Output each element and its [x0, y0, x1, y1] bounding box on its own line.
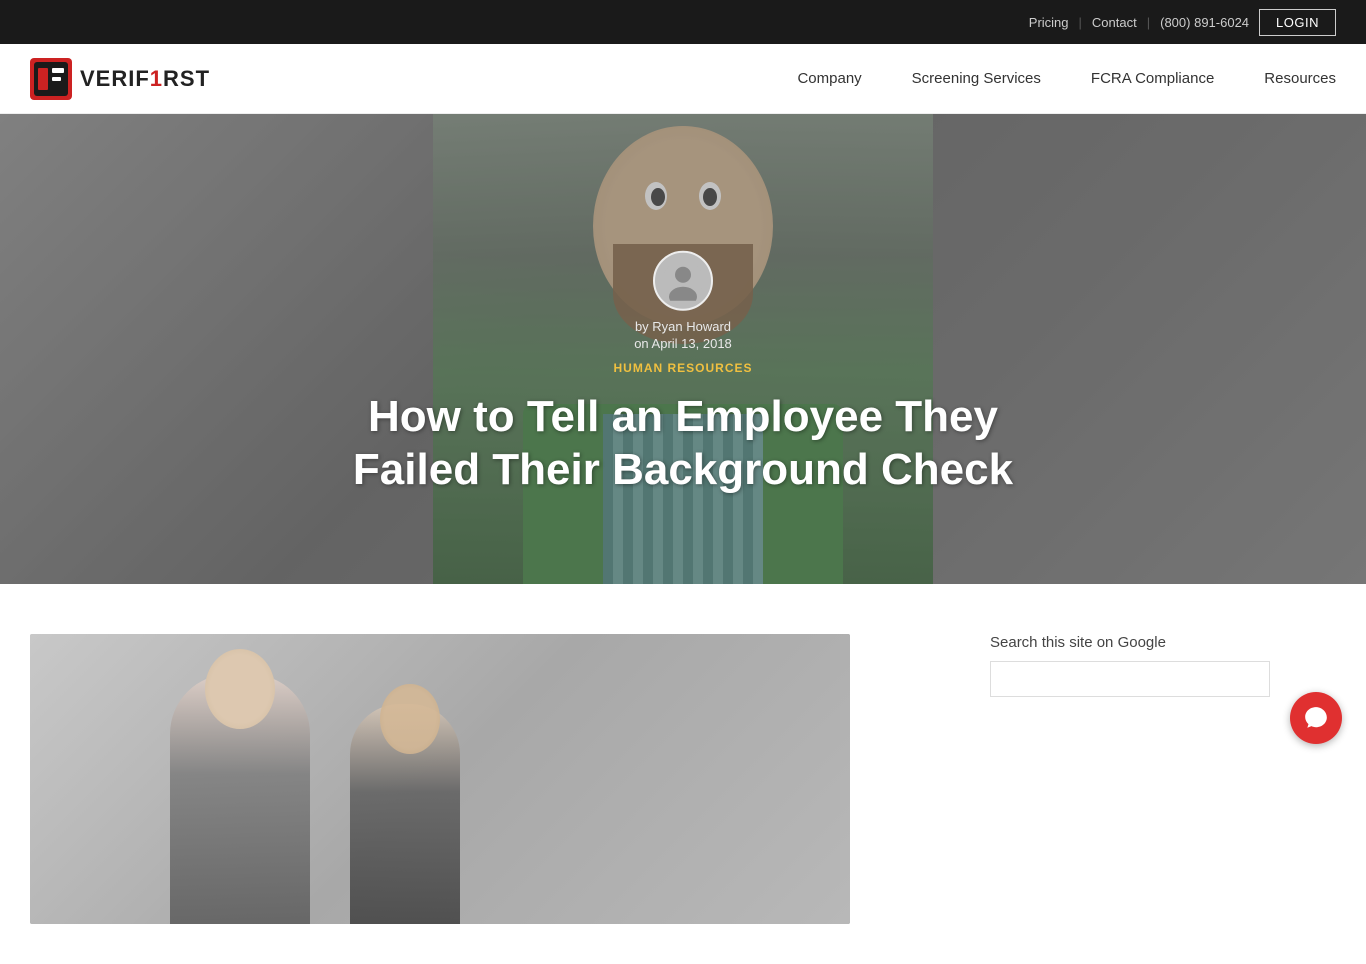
nav-links: Company Screening Services FCRA Complian… — [797, 70, 1336, 87]
logo-text: VERIF1RST — [80, 66, 210, 92]
nav-screening-services[interactable]: Screening Services — [912, 70, 1041, 87]
article-title: How to Tell an Employee They Failed Thei… — [303, 391, 1063, 497]
logo-icon — [30, 58, 72, 100]
main-content — [30, 634, 950, 924]
phone-number: (800) 891-6024 — [1160, 15, 1249, 30]
author-date: on April 13, 2018 — [303, 336, 1063, 351]
separator-1: | — [1079, 15, 1082, 30]
nav-fcra-compliance[interactable]: FCRA Compliance — [1091, 70, 1214, 87]
logo[interactable]: VERIF1RST — [30, 58, 210, 100]
search-label: Search this site on Google — [990, 634, 1270, 651]
chat-icon — [1303, 705, 1329, 731]
main-nav: VERIF1RST Company Screening Services FCR… — [0, 44, 1366, 114]
search-input[interactable] — [990, 661, 1270, 697]
contact-link[interactable]: Contact — [1092, 15, 1137, 30]
separator-2: | — [1147, 15, 1150, 30]
article-image — [30, 634, 850, 924]
title-line-1: How to Tell an Employee They — [368, 392, 998, 441]
article-category[interactable]: Human Resources — [303, 361, 1063, 375]
sidebar: Search this site on Google — [990, 634, 1270, 924]
author-by: by Ryan Howard — [303, 319, 1063, 334]
nav-resources[interactable]: Resources — [1264, 70, 1336, 87]
nav-company[interactable]: Company — [797, 70, 861, 87]
top-bar: Pricing | Contact | (800) 891-6024 LOGIN — [0, 0, 1366, 44]
hero-content: by Ryan Howard on April 13, 2018 Human R… — [303, 251, 1063, 497]
hero-section: by Ryan Howard on April 13, 2018 Human R… — [0, 114, 1366, 584]
content-section: Search this site on Google — [0, 584, 1366, 964]
title-line-2: Failed Their Background Check — [353, 445, 1013, 494]
login-button[interactable]: LOGIN — [1259, 9, 1336, 36]
author-avatar — [653, 251, 713, 311]
pricing-link[interactable]: Pricing — [1029, 15, 1069, 30]
chat-bubble-button[interactable] — [1290, 692, 1342, 744]
